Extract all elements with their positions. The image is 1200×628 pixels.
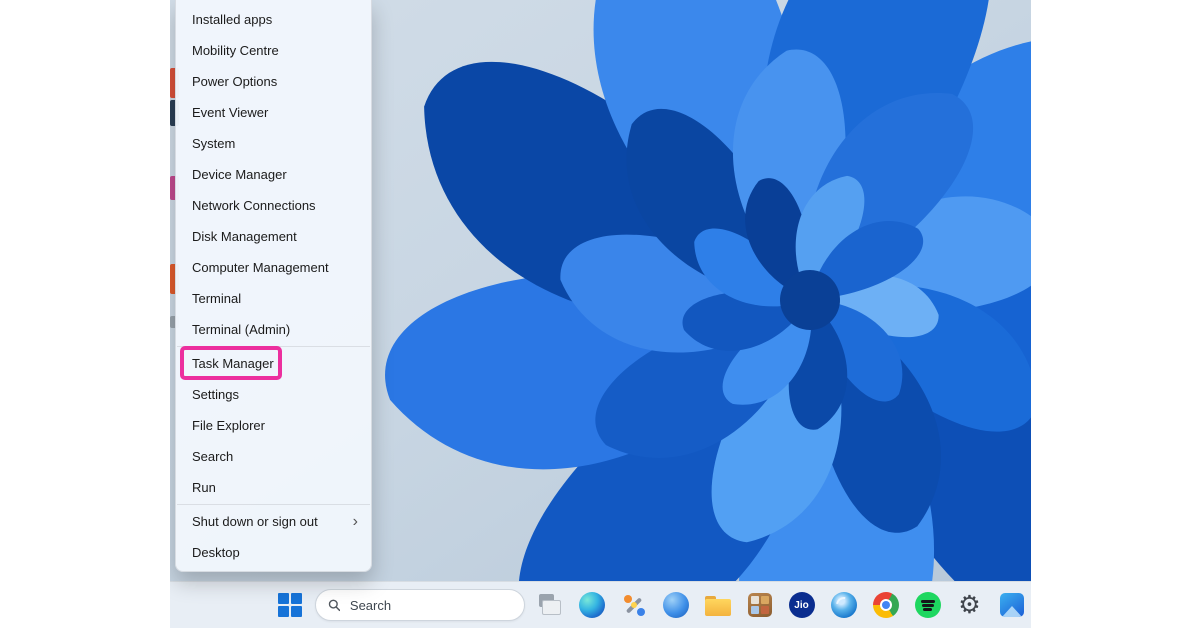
menu-item-desktop[interactable]: Desktop xyxy=(176,537,371,568)
taskbar-icon-settings[interactable]: ⚙ xyxy=(953,588,987,622)
blue-globe-icon xyxy=(663,592,689,618)
menu-item-task-manager[interactable]: Task Manager xyxy=(176,348,371,379)
search-input[interactable] xyxy=(348,597,512,614)
edge-blue-browser-icon xyxy=(831,592,857,618)
taskbar-icon-store[interactable] xyxy=(743,588,777,622)
menu-item-mobility-centre[interactable]: Mobility Centre xyxy=(176,35,371,66)
paint-icon xyxy=(621,592,647,618)
taskbar-icon-paint[interactable] xyxy=(617,588,651,622)
taskbar-icon-photos[interactable] xyxy=(995,588,1029,622)
menu-item-network-connections[interactable]: Network Connections xyxy=(176,190,371,221)
menu-item-label: Mobility Centre xyxy=(192,43,279,58)
menu-item-event-viewer[interactable]: Event Viewer xyxy=(176,97,371,128)
taskbar-icon-browser[interactable] xyxy=(659,588,693,622)
menu-item-label: Device Manager xyxy=(192,167,287,182)
taskbar-icon-file-explorer[interactable] xyxy=(701,588,735,622)
menu-item-label: Run xyxy=(192,480,216,495)
winx-menu: Installed apps Mobility Centre Power Opt… xyxy=(175,0,372,572)
taskbar-icon-edge[interactable] xyxy=(575,588,609,622)
folder-icon xyxy=(705,596,731,617)
menu-item-shut-down-or-sign-out[interactable]: Shut down or sign out › xyxy=(176,506,371,537)
menu-item-label: Disk Management xyxy=(192,229,297,244)
menu-item-label: Installed apps xyxy=(192,12,272,27)
menu-item-terminal-admin[interactable]: Terminal (Admin) xyxy=(176,314,371,345)
window-app-icon xyxy=(537,592,563,618)
menu-item-label: Network Connections xyxy=(192,198,316,213)
menu-item-terminal[interactable]: Terminal xyxy=(176,283,371,314)
menu-item-label: System xyxy=(192,136,235,151)
menu-item-label: Power Options xyxy=(192,74,277,89)
screenshot-canvas: Installed apps Mobility Centre Power Opt… xyxy=(0,0,1200,628)
jio-icon: Jio xyxy=(789,592,815,618)
edge-browser-icon xyxy=(579,592,605,618)
menu-item-label: Search xyxy=(192,449,233,464)
menu-item-search[interactable]: Search xyxy=(176,441,371,472)
taskbar-icon-edge-blue[interactable] xyxy=(827,588,861,622)
menu-item-label: Computer Management xyxy=(192,260,329,275)
menu-item-label: Shut down or sign out xyxy=(192,514,318,529)
app-grid-icon xyxy=(748,593,772,617)
menu-item-disk-management[interactable]: Disk Management xyxy=(176,221,371,252)
taskbar-search-box[interactable] xyxy=(315,589,525,621)
windows-logo-icon xyxy=(278,593,302,617)
menu-item-system[interactable]: System xyxy=(176,128,371,159)
taskbar: Jio ⚙ xyxy=(170,581,1031,628)
taskbar-icon-jio[interactable]: Jio xyxy=(785,588,819,622)
menu-item-run[interactable]: Run xyxy=(176,472,371,503)
menu-item-file-explorer[interactable]: File Explorer xyxy=(176,410,371,441)
chrome-icon xyxy=(873,592,899,618)
menu-item-label: Task Manager xyxy=(192,356,274,371)
menu-separator xyxy=(177,346,370,347)
taskbar-icon-chrome[interactable] xyxy=(869,588,903,622)
taskbar-icon-cluster: Jio ⚙ xyxy=(273,588,1029,622)
menu-item-computer-management[interactable]: Computer Management xyxy=(176,252,371,283)
search-icon xyxy=(328,598,340,612)
photos-icon xyxy=(1000,593,1024,617)
menu-item-label: Settings xyxy=(192,387,239,402)
windows-desktop: Installed apps Mobility Centre Power Opt… xyxy=(170,0,1031,628)
menu-item-label: Terminal (Admin) xyxy=(192,322,290,337)
menu-item-label: Desktop xyxy=(192,545,240,560)
menu-item-label: Event Viewer xyxy=(192,105,268,120)
chevron-right-icon: › xyxy=(353,506,358,537)
menu-item-settings[interactable]: Settings xyxy=(176,379,371,410)
menu-separator xyxy=(177,504,370,505)
menu-item-device-manager[interactable]: Device Manager xyxy=(176,159,371,190)
menu-item-installed-apps[interactable]: Installed apps xyxy=(176,4,371,35)
taskbar-icon-window-app[interactable] xyxy=(533,588,567,622)
menu-item-label: File Explorer xyxy=(192,418,265,433)
menu-item-power-options[interactable]: Power Options xyxy=(176,66,371,97)
gear-icon: ⚙ xyxy=(957,592,983,618)
taskbar-icon-spotify[interactable] xyxy=(911,588,945,622)
menu-item-label: Terminal xyxy=(192,291,241,306)
spotify-icon xyxy=(915,592,941,618)
start-button[interactable] xyxy=(273,588,307,622)
